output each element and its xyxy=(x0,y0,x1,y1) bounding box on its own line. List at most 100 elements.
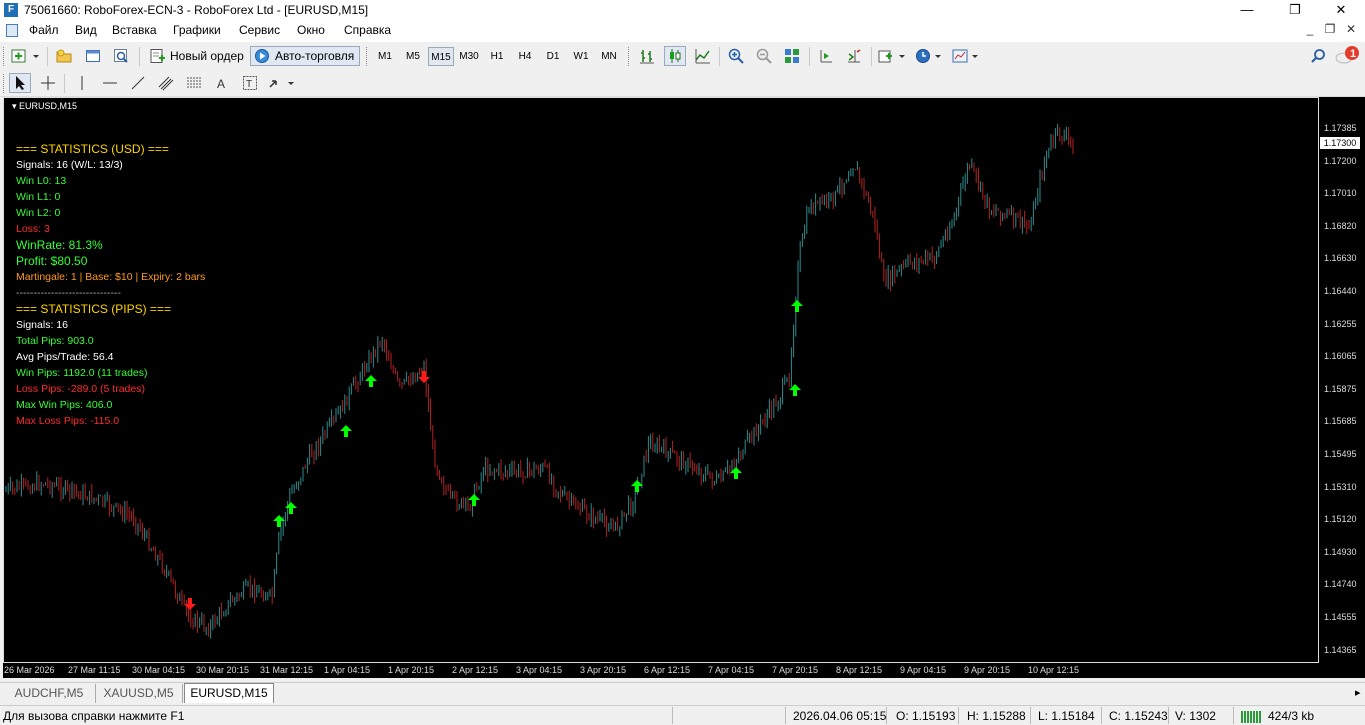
indicators-button[interactable] xyxy=(877,46,909,66)
zoom-out-button[interactable] xyxy=(753,46,775,66)
candlestick-button[interactable] xyxy=(664,46,686,66)
app-icon: F xyxy=(4,3,18,17)
status-volume: V: 1302 xyxy=(1175,709,1216,723)
stat-line: WinRate: 81.3% xyxy=(16,238,103,252)
horizontal-line-icon xyxy=(103,82,117,84)
buy-signal-arrow xyxy=(285,502,297,514)
text-icon: A xyxy=(217,77,225,91)
timeframe-mn[interactable]: MN xyxy=(596,47,622,66)
market-watch-button[interactable] xyxy=(82,46,104,66)
menu-file[interactable]: Файл xyxy=(29,23,59,37)
menu-view[interactable]: Вид xyxy=(75,23,97,37)
templates-button[interactable] xyxy=(951,46,983,66)
stat-line: Max Win Pips: 406.0 xyxy=(16,399,113,411)
bar-chart-button[interactable] xyxy=(636,46,658,66)
chart-symbol-text: EURUSD,M15 xyxy=(19,101,78,111)
text-label-icon: T xyxy=(243,76,257,90)
price-scale[interactable]: 1.17300 1.17385 1.17200 1.17010 1.16820 1.16… xyxy=(1319,97,1365,663)
mdi-minimize-button[interactable]: _ xyxy=(1300,22,1320,36)
time-scale[interactable]: 26 Mar 2026 27 Mar 11:15 30 Mar 04:15 30 Ma… xyxy=(3,663,1319,678)
tile-windows-button[interactable] xyxy=(781,46,803,66)
trendline-tool[interactable] xyxy=(127,73,149,93)
cursor-tool[interactable] xyxy=(9,73,31,93)
mdi-close-button[interactable]: ✕ xyxy=(1341,22,1361,36)
chart-symbol-label: ▾ EURUSD,M15 xyxy=(12,101,78,111)
new-order-button[interactable]: Новый ордер xyxy=(146,46,246,66)
menu-window[interactable]: Окно xyxy=(297,23,325,37)
stat-line: Avg Pips/Trade: 56.4 xyxy=(16,351,114,363)
menu-help[interactable]: Справка xyxy=(344,23,391,37)
menu-bar: Файл Вид Вставка Графики Сервис Окно Спр… xyxy=(0,20,1365,42)
horizontal-line-tool[interactable] xyxy=(99,73,121,93)
time-tick-label: 31 Mar 12:15 xyxy=(260,665,314,675)
timeframe-m30[interactable]: M30 xyxy=(456,47,482,66)
toolbar-grip[interactable] xyxy=(3,47,7,66)
tab-eurusd[interactable]: EURUSD,M15 xyxy=(184,683,274,703)
timeframe-m1[interactable]: M1 xyxy=(372,47,398,66)
chart-tabs: AUDCHF,M5 XAUUSD,M5 EURUSD,M15 ▸ xyxy=(0,682,1365,704)
price-tick-label: 1.14930 xyxy=(1324,546,1357,557)
price-tick-label: 1.15120 xyxy=(1324,514,1357,525)
chart-window[interactable]: ▾ EURUSD,M15 === STATISTICS (USD) === Sig… xyxy=(3,97,1365,678)
search-button[interactable] xyxy=(1307,46,1329,66)
periodicity-button[interactable] xyxy=(914,46,946,66)
mdi-restore-button[interactable]: ❐ xyxy=(1320,22,1340,36)
fibonacci-tool[interactable] xyxy=(183,73,205,93)
stat-line: Signals: 16 xyxy=(16,319,68,331)
window-icon xyxy=(86,50,100,62)
chart-shift-button[interactable] xyxy=(843,46,865,66)
tabs-scroll-right[interactable]: ▸ xyxy=(1355,686,1361,699)
chart-plot-area[interactable]: ▾ EURUSD,M15 === STATISTICS (USD) === Sig… xyxy=(3,97,1319,663)
window-title: 75061660: RoboForex-ECN-3 - RoboForex Lt… xyxy=(24,3,369,17)
auto-scroll-button[interactable] xyxy=(815,46,837,66)
timeframe-w1[interactable]: W1 xyxy=(568,47,594,66)
crosshair-tool[interactable] xyxy=(37,73,59,93)
menu-charts[interactable]: Графики xyxy=(173,23,221,37)
stat-line: === STATISTICS (PIPS) === xyxy=(16,302,171,316)
time-tick-label: 9 Apr 04:15 xyxy=(900,665,947,675)
vertical-line-tool[interactable] xyxy=(71,73,93,93)
timeframe-d1[interactable]: D1 xyxy=(540,47,566,66)
tab-audchf[interactable]: AUDCHF,M5 xyxy=(3,684,96,703)
status-open: O: 1.15193 xyxy=(896,709,956,723)
stat-line: Signals: 16 (W/L: 13/3) xyxy=(16,159,123,171)
restore-button[interactable]: ❐ xyxy=(1272,0,1318,20)
text-tool[interactable]: A xyxy=(211,73,233,93)
close-button[interactable]: ✕ xyxy=(1318,0,1364,20)
svg-text:T: T xyxy=(246,79,252,90)
menu-tools[interactable]: Сервис xyxy=(239,23,280,37)
price-tick-label: 1.17385 xyxy=(1324,123,1357,133)
minimize-button[interactable]: — xyxy=(1224,0,1270,20)
auto-trading-button[interactable]: Авто-торговля xyxy=(250,46,360,66)
notifications-button[interactable]: 1 xyxy=(1334,46,1362,66)
timeframe-h4[interactable]: H4 xyxy=(512,47,538,66)
time-tick-label: 9 Apr 20:15 xyxy=(964,665,1011,675)
timeframe-m15[interactable]: M15 xyxy=(428,47,454,66)
time-tick-label: 30 Mar 20:15 xyxy=(196,665,250,675)
stat-line: Win L2: 0 xyxy=(16,207,61,219)
zoom-in-icon xyxy=(728,48,744,64)
time-tick-label: 2 Apr 12:15 xyxy=(452,665,499,675)
timeframe-m5[interactable]: M5 xyxy=(400,47,426,66)
line-chart-button[interactable] xyxy=(692,46,714,66)
time-tick-label: 27 Mar 11:15 xyxy=(68,665,121,675)
stat-line: Win L0: 13 xyxy=(16,175,67,187)
arrows-tool[interactable] xyxy=(267,73,299,93)
search-icon xyxy=(1311,49,1325,63)
new-chart-button[interactable] xyxy=(9,46,43,66)
profiles-button[interactable] xyxy=(53,46,75,66)
current-price-label: 1.17300 xyxy=(1320,137,1360,149)
zoom-in-button[interactable] xyxy=(725,46,747,66)
timeframe-h1[interactable]: H1 xyxy=(484,47,510,66)
auto-trading-icon xyxy=(255,49,269,63)
equidistant-channel-tool[interactable] xyxy=(155,73,177,93)
template-icon xyxy=(952,49,978,63)
auto-scroll-icon xyxy=(820,50,832,63)
menu-insert[interactable]: Вставка xyxy=(112,23,157,37)
document-icon xyxy=(6,24,18,37)
text-label-tool[interactable]: T xyxy=(239,73,261,93)
status-close: C: 1.15243 xyxy=(1109,709,1168,723)
time-tick-label: 10 Apr 12:15 xyxy=(1028,665,1080,675)
data-window-button[interactable] xyxy=(110,46,132,66)
tab-xauusd[interactable]: XAUUSD,M5 xyxy=(95,684,183,703)
